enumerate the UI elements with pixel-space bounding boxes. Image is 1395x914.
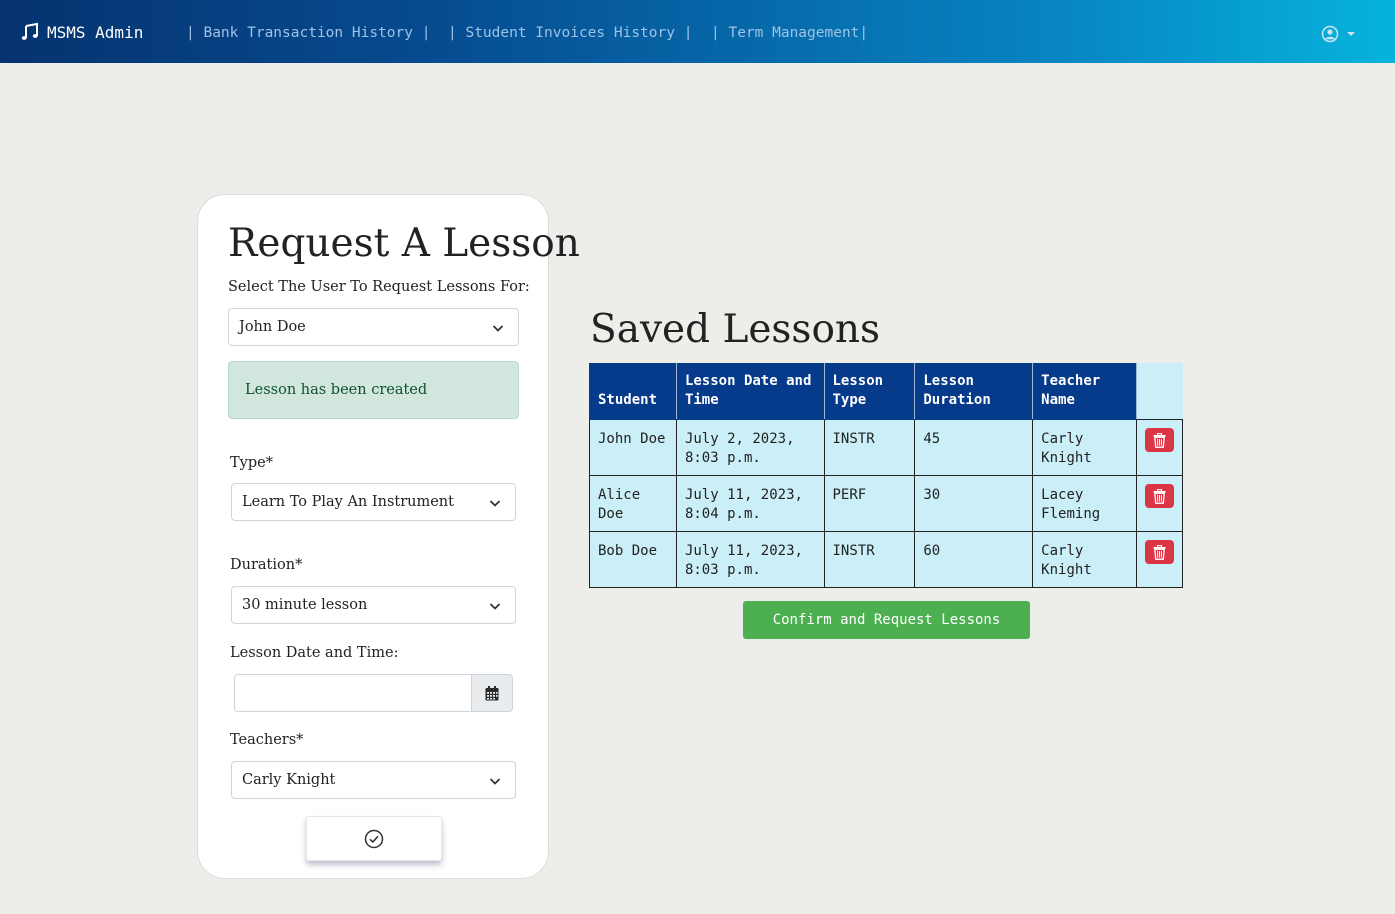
table-row: Bob Doe July 11, 2023, 8:03 p.m. INSTR 6…: [589, 531, 1183, 588]
chevron-down-icon: [492, 325, 504, 332]
cell-type: PERF: [823, 475, 916, 532]
calendar-button[interactable]: [471, 674, 513, 712]
duration-select-value: 30 minute lesson: [242, 597, 368, 613]
cell-teacher: Carly Knight: [1032, 531, 1138, 588]
action-column-header: [1136, 363, 1183, 420]
user-select-label: Select The User To Request Lessons For:: [228, 279, 530, 295]
chevron-down-icon: [489, 778, 501, 785]
saved-lessons-table: Student Lesson Date and Time Lesson Type…: [589, 363, 1183, 588]
cell-duration: 45: [914, 419, 1034, 476]
duration-select[interactable]: 30 minute lesson: [231, 586, 516, 624]
cell-action: [1136, 531, 1183, 588]
column-header: Lesson Duration: [914, 363, 1034, 420]
cell-datetime: July 2, 2023, 8:03 p.m.: [675, 419, 825, 476]
cell-datetime: July 11, 2023, 8:04 p.m.: [675, 475, 825, 532]
trash-icon: [1153, 544, 1166, 560]
teachers-label: Teachers*: [230, 732, 304, 748]
type-label: Type*: [230, 455, 273, 471]
column-header: Lesson Type: [823, 363, 916, 420]
cell-action: [1136, 475, 1183, 532]
user-select-value: John Doe: [239, 319, 306, 335]
column-header: Student: [589, 363, 677, 420]
chevron-down-icon: [489, 603, 501, 610]
column-header: Lesson Date and Time: [675, 363, 825, 420]
nav-link-bank-transaction-history[interactable]: | Bank Transaction History |: [186, 25, 430, 41]
delete-lesson-button[interactable]: [1145, 484, 1175, 508]
table-row: John Doe July 2, 2023, 8:03 p.m. INSTR 4…: [589, 419, 1183, 476]
submit-lesson-button[interactable]: [306, 816, 442, 861]
duration-label: Duration*: [230, 557, 303, 573]
table-header-row: Student Lesson Date and Time Lesson Type…: [589, 363, 1183, 420]
brand[interactable]: MSMS Admin: [20, 20, 143, 44]
check-circle-icon: [364, 829, 384, 848]
teachers-select[interactable]: Carly Knight: [231, 761, 516, 799]
music-note-icon: [21, 22, 38, 40]
delete-lesson-button[interactable]: [1145, 540, 1175, 564]
column-header: Teacher Name: [1032, 363, 1138, 420]
cell-teacher: Lacey Fleming: [1032, 475, 1138, 532]
datetime-input[interactable]: [234, 674, 472, 712]
cell-type: INSTR: [823, 419, 916, 476]
confirm-request-lessons-button[interactable]: Confirm and Request Lessons: [743, 601, 1030, 639]
cell-teacher: Carly Knight: [1032, 419, 1138, 476]
saved-lessons-title: Saved Lessons: [590, 307, 881, 352]
datetime-label: Lesson Date and Time:: [230, 645, 399, 661]
cell-action: [1136, 419, 1183, 476]
cell-datetime: July 11, 2023, 8:03 p.m.: [675, 531, 825, 588]
request-lesson-card: Request A Lesson Select The User To Requ…: [197, 194, 580, 879]
user-menu[interactable]: [1321, 25, 1355, 43]
form-title: Request A Lesson: [228, 221, 580, 266]
navbar: MSMS Admin | Bank Transaction History | …: [0, 0, 1395, 63]
table-row: Alice Doe July 11, 2023, 8:04 p.m. PERF …: [589, 475, 1183, 532]
nav-link-student-invoices-history[interactable]: | Student Invoices History |: [448, 25, 692, 41]
type-select[interactable]: Learn To Play An Instrument: [231, 483, 516, 521]
delete-lesson-button[interactable]: [1145, 428, 1175, 452]
chevron-down-icon: [489, 500, 501, 507]
cell-student: Alice Doe: [589, 475, 677, 532]
trash-icon: [1153, 432, 1166, 448]
cell-duration: 60: [914, 531, 1034, 588]
nav-link-term-management[interactable]: | Term Management|: [711, 25, 868, 41]
success-alert: Lesson has been created: [228, 361, 519, 419]
calendar-icon: [485, 685, 499, 700]
user-circle-icon: [1321, 25, 1339, 43]
cell-student: John Doe: [589, 419, 677, 476]
cell-student: Bob Doe: [589, 531, 677, 588]
brand-label: MSMS Admin: [47, 22, 144, 42]
teachers-select-value: Carly Knight: [242, 772, 336, 788]
user-select[interactable]: John Doe: [228, 308, 519, 346]
caret-down-icon: [1347, 32, 1355, 36]
cell-type: INSTR: [823, 531, 916, 588]
trash-icon: [1153, 488, 1166, 504]
type-select-value: Learn To Play An Instrument: [242, 494, 454, 510]
cell-duration: 30: [914, 475, 1034, 532]
